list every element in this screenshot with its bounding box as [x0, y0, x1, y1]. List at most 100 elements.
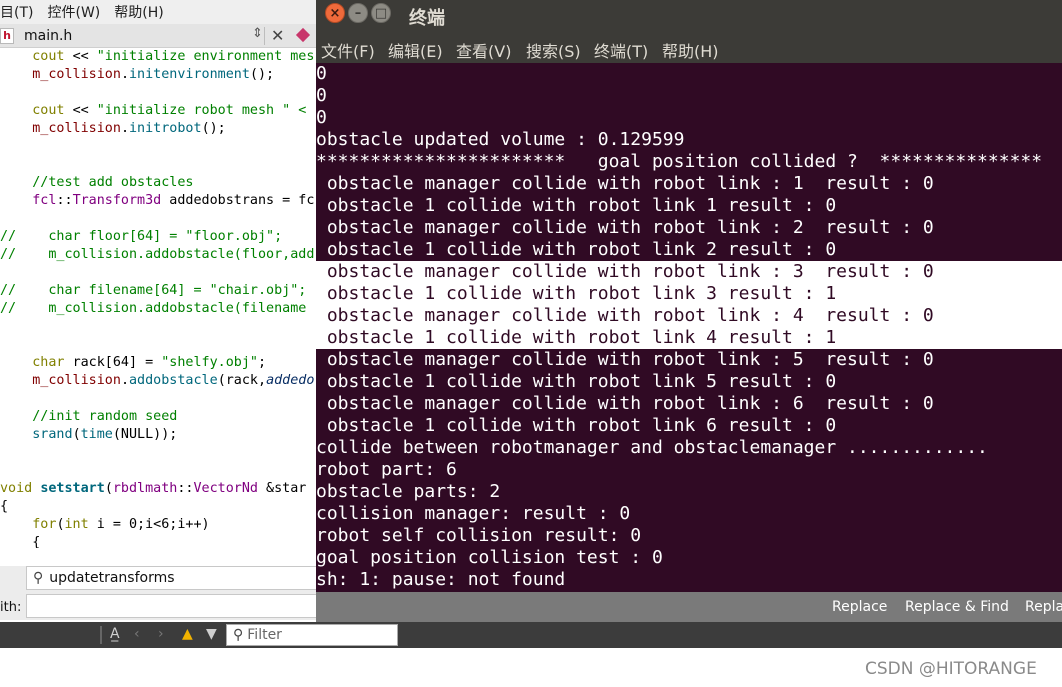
- toolbar-separator: [100, 626, 102, 644]
- terminal-line: goal position collision test : 0: [316, 547, 663, 568]
- find-input-value: updatetransforms: [49, 570, 175, 586]
- terminal-titlebar[interactable]: × – □ 终端: [316, 0, 1062, 33]
- code-token: ::: [56, 193, 73, 208]
- code-token: "initialize robot mesh " <: [96, 103, 307, 118]
- code-token: i = 0;i<6;i++): [88, 517, 210, 532]
- file-tab-main-h[interactable]: main.h: [24, 28, 72, 44]
- code-token: addedo: [266, 373, 315, 388]
- terminal-line: obstacle 1 collide with robot link 1 res…: [316, 195, 837, 216]
- terminal-line: obstacle 1 collide with robot link 2 res…: [316, 239, 837, 260]
- code-token: // m_collision.addobstacle(floor,add: [0, 247, 315, 262]
- code-token: //test add obstacles: [0, 175, 194, 190]
- code-token: fcl: [0, 193, 57, 208]
- menu-search[interactable]: 搜索(S): [526, 38, 581, 62]
- terminal-line: obstacle updated volume : 0.129599: [316, 129, 685, 150]
- code-token: m_collision: [0, 67, 121, 82]
- code-token: srand: [0, 427, 73, 442]
- code-token: setstart: [40, 481, 105, 496]
- menu-widgets[interactable]: 控件(W): [41, 2, 108, 22]
- terminal-line: obstacle manager collide with robot link…: [316, 173, 934, 194]
- window-minimize-button[interactable]: –: [348, 3, 368, 23]
- code-token: (: [72, 427, 81, 442]
- window-maximize-button[interactable]: □: [371, 3, 391, 23]
- menu-tools[interactable]: 目(T): [0, 2, 41, 22]
- terminal-line: obstacle 1 collide with robot link 6 res…: [316, 415, 837, 436]
- editor-tabbar: h main.h ⇕ ✕: [0, 24, 330, 48]
- replace-and-find-button[interactable]: Replace & Find: [905, 599, 1009, 615]
- code-token: // char floor[64] = "floor.obj";: [0, 229, 283, 244]
- code-token: ();: [249, 67, 275, 82]
- code-token: initenvironment: [129, 67, 250, 82]
- code-token: Transform3d: [72, 193, 162, 208]
- code-token: char: [0, 355, 73, 370]
- code-token: cout: [0, 49, 73, 64]
- menu-help[interactable]: 帮助(H): [662, 38, 719, 62]
- terminal-line: collide between robotmanager and obstacl…: [316, 437, 988, 458]
- code-token: // char filename[64] = "chair.obj";: [0, 283, 307, 298]
- terminal-menubar: 文件(F) 编辑(E) 查看(V) 搜索(S) 终端(T) 帮助(H): [316, 33, 1062, 63]
- find-input[interactable]: ⚲ updatetransforms: [26, 566, 326, 590]
- code-token: cout: [0, 103, 73, 118]
- terminal-line: obstacle manager collide with robot link…: [316, 305, 934, 326]
- terminal-line: obstacle manager collide with robot link…: [316, 349, 934, 370]
- menu-help[interactable]: 帮助(H): [108, 2, 171, 22]
- code-line: m_collision.addobstacle(rack,addedo: [0, 372, 314, 390]
- code-line: srand(time(NULL));: [0, 426, 177, 444]
- menu-edit[interactable]: 编辑(E): [388, 38, 443, 62]
- chevron-right-icon[interactable]: ›: [158, 626, 164, 642]
- terminal-line: obstacle 1 collide with robot link 5 res…: [316, 371, 837, 392]
- code-token: .: [120, 121, 129, 136]
- filter-icon[interactable]: ▼: [206, 626, 217, 642]
- updown-arrows-icon[interactable]: ⇕: [252, 26, 263, 41]
- terminal-line: 0: [316, 63, 327, 84]
- code-token: {: [0, 499, 9, 514]
- code-token: .: [120, 373, 129, 388]
- terminal-line: 0: [316, 85, 327, 106]
- code-token: "initialize environment mes: [96, 49, 315, 64]
- code-line: void setstart(rbdlmath::VectorNd &star: [0, 480, 306, 498]
- code-token: ();: [201, 121, 226, 136]
- code-line: //test add obstacles: [0, 174, 193, 192]
- code-line: // m_collision.addobstacle(floor,add: [0, 246, 314, 264]
- replace-all-button[interactable]: Repla: [1025, 599, 1062, 615]
- terminal-title: 终端: [409, 8, 445, 29]
- code-token: for: [0, 517, 57, 532]
- warning-icon[interactable]: ▲: [182, 626, 193, 642]
- code-token: "shelfy.obj": [161, 355, 258, 370]
- text-format-icon[interactable]: A̲: [110, 626, 120, 642]
- code-token: rack[64] =: [72, 355, 162, 370]
- terminal-line: obstacle 1 collide with robot link 3 res…: [316, 283, 837, 304]
- terminal-line: obstacle manager collide with robot link…: [316, 217, 934, 238]
- code-token: (: [56, 517, 65, 532]
- terminal-line: obstacle parts: 2: [316, 481, 501, 502]
- code-token: (: [104, 481, 113, 496]
- code-line: {: [0, 498, 8, 516]
- code-token: time: [80, 427, 113, 442]
- menu-view[interactable]: 查看(V): [456, 38, 511, 62]
- tab-divider: [264, 27, 265, 45]
- terminal-line: sh: 1: pause: not found: [316, 569, 566, 590]
- watermark: CSDN @HITORANGE: [865, 659, 1037, 679]
- replace-buttons-area: Replace Replace & Find Repla: [316, 592, 1062, 622]
- terminal-output[interactable]: 0 0 0 obstacle updated volume : 0.129599 ***…: [316, 63, 1062, 592]
- close-icon[interactable]: ✕: [271, 26, 284, 45]
- filter-input[interactable]: ⚲ Filter: [226, 624, 398, 646]
- code-token: void: [0, 481, 41, 496]
- replace-button[interactable]: Replace: [832, 599, 887, 615]
- code-token: (NULL));: [112, 427, 178, 442]
- code-line: m_collision.initenvironment();: [0, 66, 274, 84]
- code-token: (rack,: [217, 373, 267, 388]
- terminal-line: collision manager: result : 0: [316, 503, 631, 524]
- bookmark-icon[interactable]: [295, 27, 311, 43]
- code-line: fcl::Transform3d addedobstrans = fc: [0, 192, 314, 210]
- code-token: m_collision: [0, 121, 121, 136]
- window-close-button[interactable]: ×: [325, 3, 345, 23]
- replace-input[interactable]: [26, 594, 326, 618]
- chevron-left-icon[interactable]: ‹: [134, 626, 140, 642]
- menu-terminal[interactable]: 终端(T): [594, 38, 648, 62]
- output-pane-toolbar: A̲ ‹ › ▲ ▼ ⚲ Filter: [0, 622, 1062, 648]
- code-token: VectorNd: [193, 481, 259, 496]
- terminal-window[interactable]: × – □ 终端 文件(F) 编辑(E) 查看(V) 搜索(S) 终端(T) 帮…: [316, 0, 1062, 592]
- code-editor[interactable]: cout << "initialize environment mes m_co…: [0, 48, 330, 548]
- menu-file[interactable]: 文件(F): [321, 38, 375, 62]
